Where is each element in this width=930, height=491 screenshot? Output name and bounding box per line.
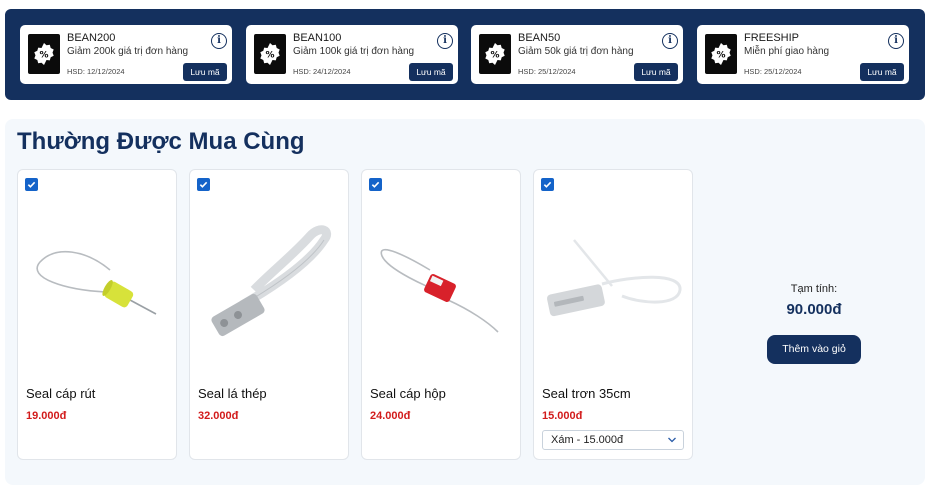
section-title: Thường Được Mua Cùng <box>17 128 305 155</box>
voucher-code: BEAN50 <box>518 32 561 44</box>
svg-text:%: % <box>265 51 274 61</box>
product-card[interactable]: Seal trơn 35cm 15.000đ Xám - 15.000đ <box>533 169 693 460</box>
product-card[interactable]: Seal cáp hộp 24.000đ <box>361 169 521 460</box>
discount-badge-icon: % <box>28 34 60 74</box>
product-checkbox[interactable] <box>25 178 38 191</box>
product-checkbox[interactable] <box>197 178 210 191</box>
product-price: 24.000đ <box>370 410 411 422</box>
chevron-down-icon <box>667 431 677 456</box>
voucher-description: Giảm 50k giá trị đơn hàng <box>518 46 634 57</box>
product-card[interactable]: Seal lá thép 32.000đ <box>189 169 349 460</box>
frequently-bought-together-section: Thường Được Mua Cùng Seal cáp rút 19.000… <box>5 119 925 485</box>
product-name[interactable]: Seal lá thép <box>198 386 267 401</box>
voucher-expiry: HSD: 25/12/2024 <box>518 67 576 76</box>
order-summary: Tạm tính: 90.000đ Thêm vào giỏ <box>738 283 890 364</box>
info-icon[interactable]: i <box>437 33 453 49</box>
voucher-code: FREESHIP <box>744 32 800 44</box>
product-checkbox[interactable] <box>541 178 554 191</box>
voucher-code: BEAN200 <box>67 32 116 44</box>
variant-select[interactable]: Xám - 15.000đ <box>542 430 684 450</box>
save-voucher-button[interactable]: Lưu mã <box>183 63 227 81</box>
product-checkbox[interactable] <box>369 178 382 191</box>
voucher-card: % FREESHIP Miễn phí giao hàng HSD: 25/12… <box>697 25 909 84</box>
voucher-code: BEAN100 <box>293 32 342 44</box>
discount-badge-icon: % <box>479 34 511 74</box>
product-price: 15.000đ <box>542 410 583 422</box>
info-icon[interactable]: i <box>888 33 904 49</box>
info-icon[interactable]: i <box>662 33 678 49</box>
voucher-card: % BEAN100 Giảm 100k giá trị đơn hàng HSD… <box>246 25 458 84</box>
product-image[interactable] <box>26 210 170 355</box>
discount-badge-icon: % <box>254 34 286 74</box>
product-card[interactable]: Seal cáp rút 19.000đ <box>17 169 177 460</box>
voucher-description: Giảm 100k giá trị đơn hàng <box>293 46 415 57</box>
product-price: 19.000đ <box>26 410 67 422</box>
voucher-card: % BEAN50 Giảm 50k giá trị đơn hàng HSD: … <box>471 25 683 84</box>
product-image[interactable] <box>542 210 686 355</box>
save-voucher-button[interactable]: Lưu mã <box>409 63 453 81</box>
product-name[interactable]: Seal cáp hộp <box>370 386 446 401</box>
svg-text:%: % <box>39 51 48 61</box>
product-name[interactable]: Seal cáp rút <box>26 386 95 401</box>
voucher-description: Miễn phí giao hàng <box>744 46 830 57</box>
voucher-card: % BEAN200 Giảm 200k giá trị đơn hàng HSD… <box>20 25 232 84</box>
voucher-expiry: HSD: 24/12/2024 <box>293 67 351 76</box>
svg-text:%: % <box>490 51 499 61</box>
add-to-cart-button[interactable]: Thêm vào giỏ <box>767 335 861 364</box>
voucher-expiry: HSD: 25/12/2024 <box>744 67 802 76</box>
discount-badge-icon: % <box>705 34 737 74</box>
save-voucher-button[interactable]: Lưu mã <box>634 63 678 81</box>
svg-text:%: % <box>716 51 725 61</box>
product-price: 32.000đ <box>198 410 239 422</box>
subtotal-value: 90.000đ <box>786 301 842 318</box>
voucher-bar: % BEAN200 Giảm 200k giá trị đơn hàng HSD… <box>5 9 925 100</box>
subtotal-label: Tạm tính: <box>790 283 838 295</box>
save-voucher-button[interactable]: Lưu mã <box>860 63 904 81</box>
product-name[interactable]: Seal trơn 35cm <box>542 386 631 401</box>
voucher-expiry: HSD: 12/12/2024 <box>67 67 125 76</box>
info-icon[interactable]: i <box>211 33 227 49</box>
variant-selected-value: Xám - 15.000đ <box>551 434 624 446</box>
product-image[interactable] <box>370 210 514 355</box>
product-image[interactable] <box>198 210 342 355</box>
voucher-description: Giảm 200k giá trị đơn hàng <box>67 46 189 57</box>
